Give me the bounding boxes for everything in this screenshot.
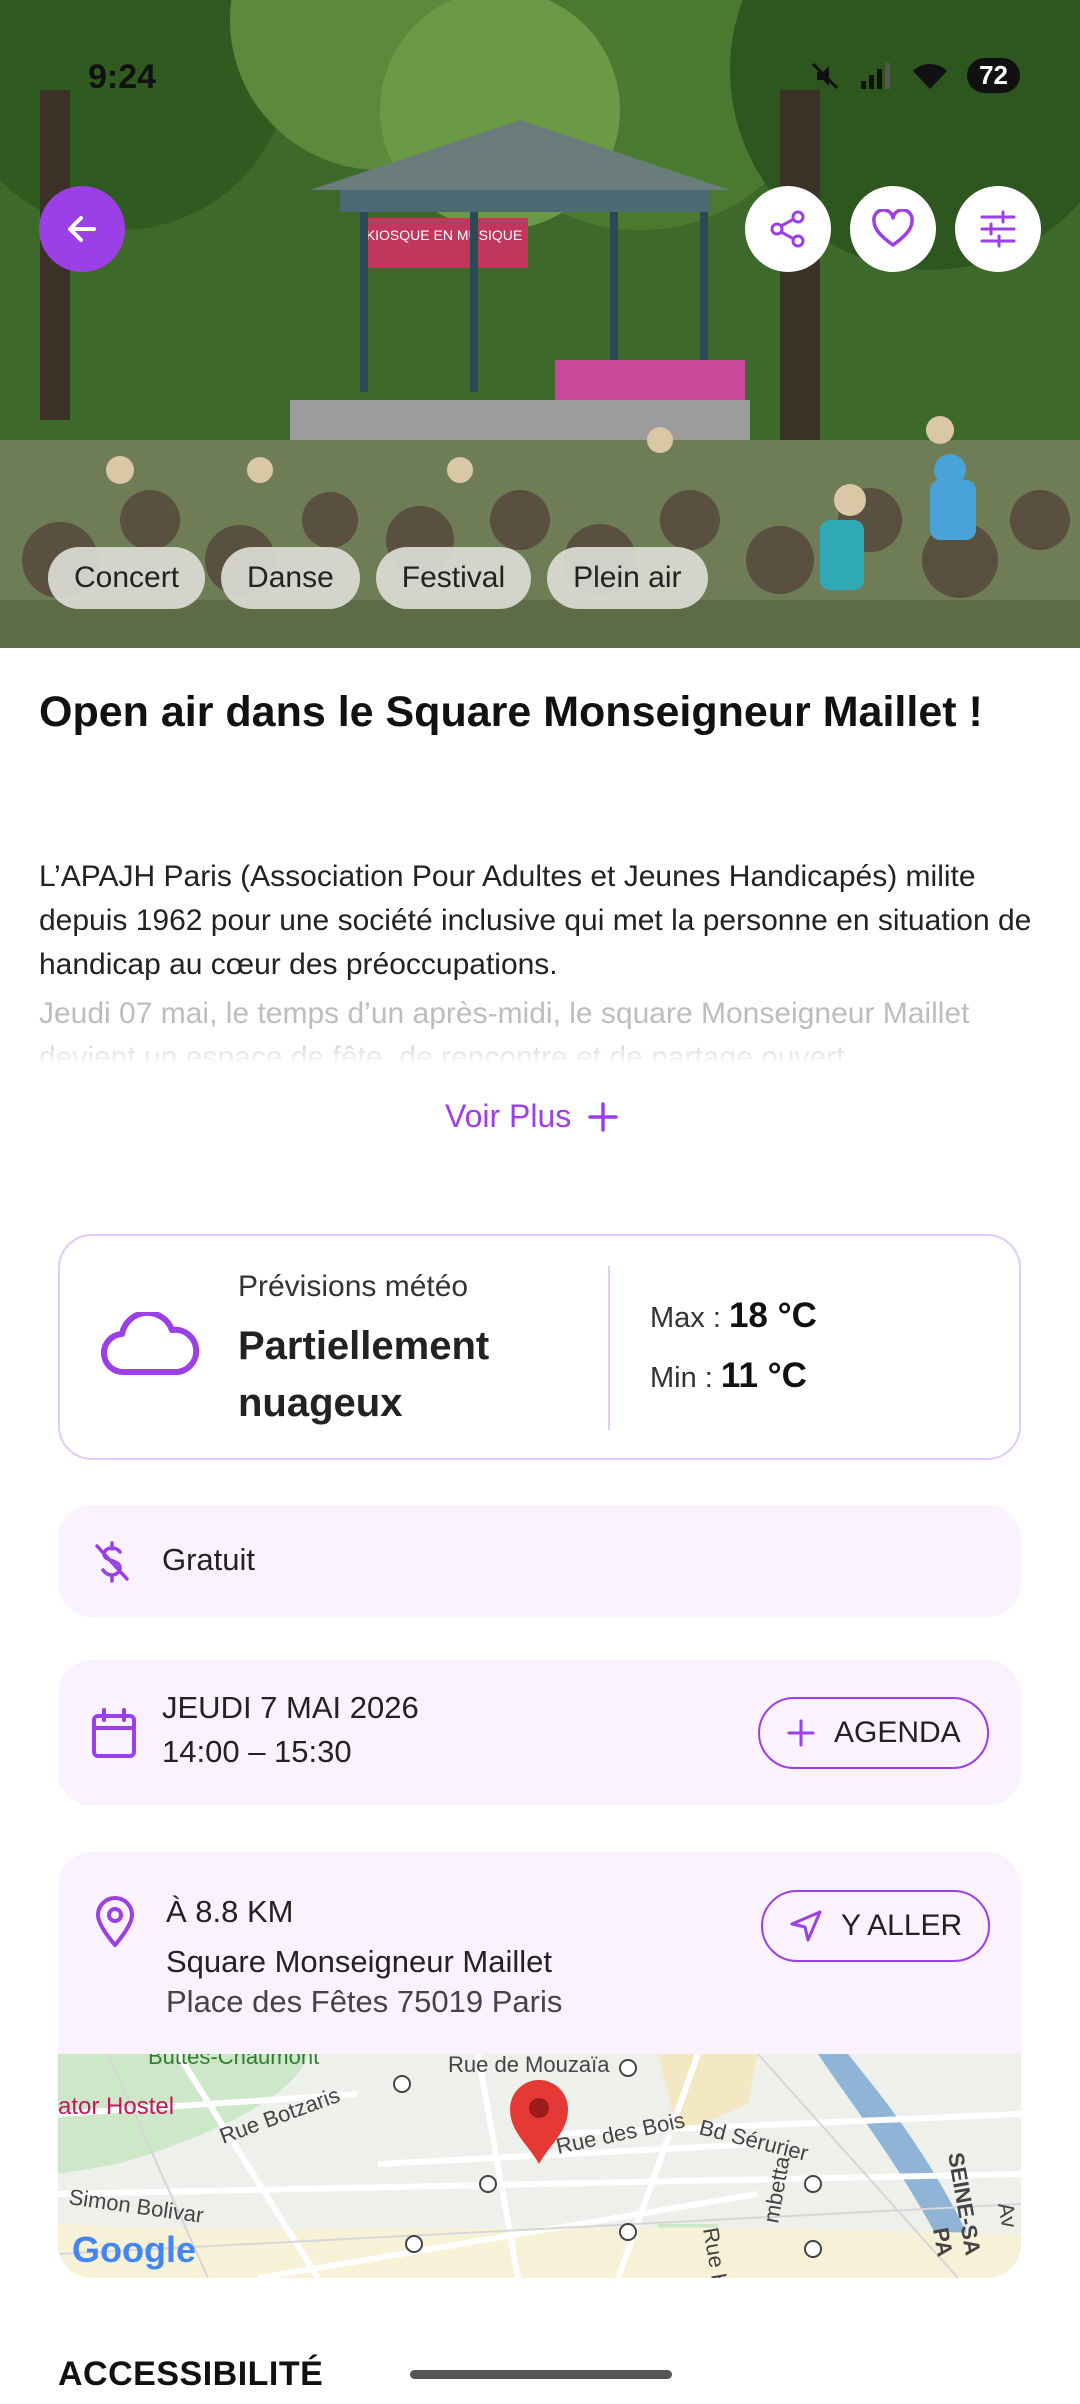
add-to-agenda-button[interactable]: AGENDA <box>758 1697 989 1769</box>
weather-divider <box>608 1266 610 1430</box>
favorite-button[interactable] <box>850 186 936 272</box>
filter-button[interactable] <box>955 186 1041 272</box>
map-view[interactable]: Buttes-Chaumont Rue de Mouzaïa ator Host… <box>58 2054 1021 2278</box>
calendar-icon <box>92 1708 136 1758</box>
event-time: 14:00 – 15:30 <box>162 1734 352 1769</box>
map-label: Rue de Mouzaïa <box>448 2054 610 2077</box>
weather-min-value: 11 °C <box>720 1356 807 1395</box>
share-icon <box>770 210 805 248</box>
event-title: Open air dans le Square Monseigneur Mail… <box>39 688 983 736</box>
arrow-left-icon <box>68 216 96 242</box>
event-date: JEUDI 7 MAI 2026 <box>162 1690 419 1725</box>
price-label: Gratuit <box>162 1542 256 1577</box>
category-tags: Concert Danse Festival Plein air <box>48 547 708 609</box>
event-description: L’APAJH Paris (Association Pour Adultes … <box>39 860 1032 981</box>
event-description-faded: Jeudi 07 mai, le temps d’un après-midi, … <box>39 992 1049 1064</box>
battery-indicator: 72 <box>967 58 1020 93</box>
map-label: Av <box>993 2201 1021 2230</box>
weather-max: Max : 18 °C <box>650 1296 817 1336</box>
cloud-icon <box>100 1312 200 1376</box>
weather-label: Prévisions météo <box>238 1270 469 1303</box>
kiosk-sign: KIOSQUE EN MUSIQUE <box>366 227 522 243</box>
weather-min: Min : 11 °C <box>650 1356 807 1396</box>
back-button[interactable] <box>39 186 125 272</box>
directions-button[interactable]: Y ALLER <box>761 1890 991 1962</box>
signal-icon <box>861 62 891 89</box>
status-bar: 9:24 72 <box>88 58 1020 98</box>
google-logo: Google <box>72 2229 196 2270</box>
weather-max-value: 18 °C <box>728 1296 817 1335</box>
price-card: Gratuit <box>58 1505 1021 1617</box>
date-card: JEUDI 7 MAI 2026 14:00 – 15:30 AGENDA <box>58 1660 1021 1806</box>
weather-condition: Partiellement nuageux <box>238 1324 490 1425</box>
tag-danse[interactable]: Danse <box>221 547 360 609</box>
location-card: À 8.8 KM Square Monseigneur Maillet Plac… <box>58 1852 1021 2278</box>
navigation-arrow-icon <box>790 1910 822 1942</box>
map-label: PA <box>928 2226 958 2259</box>
mute-icon <box>812 62 839 89</box>
location-distance: À 8.8 KM <box>166 1894 294 1929</box>
map-label: ator Hostel <box>58 2093 174 2120</box>
plus-icon <box>588 1101 619 1132</box>
plus-icon <box>787 1719 815 1747</box>
agenda-label: AGENDA <box>834 1716 961 1749</box>
status-icons: 72 <box>809 58 1020 93</box>
map-pin-icon <box>96 1896 134 1947</box>
tag-concert[interactable]: Concert <box>48 547 206 609</box>
sliders-icon <box>980 210 1016 248</box>
accessibility-heading: ACCESSIBILITÉ <box>58 2355 324 2393</box>
weather-min-label: Min : <box>650 1362 713 1394</box>
weather-card: Prévisions météo Partiellement nuageux M… <box>58 1234 1021 1460</box>
directions-label: Y ALLER <box>841 1909 963 1942</box>
hero-image: KIOSQUE EN MUSIQUE 9:24 72 Concert Danse… <box>0 0 1080 648</box>
voir-plus-button[interactable]: Voir Plus <box>445 1098 619 1135</box>
wifi-icon <box>913 63 948 89</box>
heart-icon <box>872 209 914 247</box>
home-indicator[interactable] <box>410 2370 672 2379</box>
location-name: Square Monseigneur Maillet <box>166 1944 552 1979</box>
map-label: Buttes-Chaumont <box>148 2054 319 2069</box>
map-graphic: Buttes-Chaumont Rue de Mouzaïa ator Host… <box>58 2054 1021 2278</box>
dollar-off-icon <box>95 1541 129 1583</box>
tag-plein-air[interactable]: Plein air <box>547 547 708 609</box>
location-address: Place des Fêtes 75019 Paris <box>166 1984 563 2019</box>
tag-festival[interactable]: Festival <box>375 547 532 609</box>
weather-max-label: Max : <box>650 1302 721 1334</box>
status-time: 9:24 <box>88 58 157 96</box>
share-button[interactable] <box>745 186 831 272</box>
voir-plus-label: Voir Plus <box>445 1098 572 1134</box>
